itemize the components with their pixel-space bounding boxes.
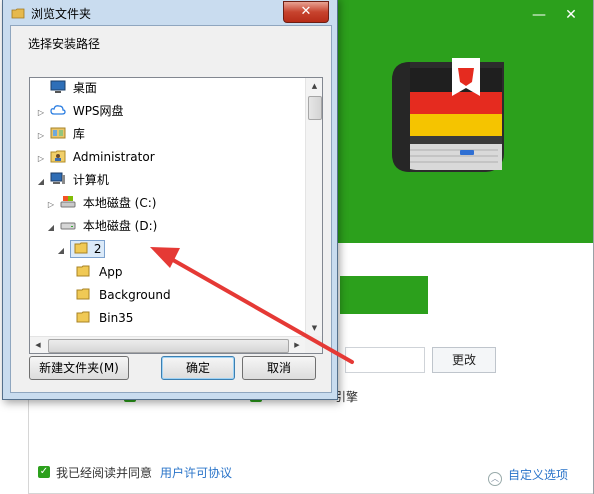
chevron-up-icon: ︿ — [488, 472, 502, 486]
tree-item-bin35[interactable]: Bin35 — [76, 308, 136, 328]
tree-item-label: 库 — [72, 127, 85, 141]
horizontal-scrollbar[interactable]: ◀ ▶ — [30, 336, 305, 353]
user-folder-icon — [50, 150, 66, 163]
tree-item-folder-2[interactable]: ◢ 2 — [56, 239, 106, 261]
tree-item-label: Bin35 — [99, 311, 134, 325]
close-button[interactable]: ✕ — [283, 1, 329, 23]
scroll-thumb[interactable] — [308, 96, 322, 120]
tree-item-label: WPS网盘 — [72, 104, 124, 118]
computer-icon — [50, 172, 65, 184]
drive-icon — [60, 222, 76, 230]
dialog-title-bar: 浏览文件夹 — [11, 5, 91, 21]
expand-arrow-icon[interactable]: ▷ — [46, 195, 56, 215]
change-path-button[interactable]: 更改 — [432, 347, 496, 373]
scroll-down-icon[interactable]: ▼ — [306, 320, 322, 336]
collapse-arrow-icon[interactable]: ◢ — [46, 218, 56, 238]
desktop-icon — [50, 80, 66, 93]
browse-folder-dialog: 浏览文件夹 ✕ 选择安装路径 桌面 ▷ WPS网盘 ▷ 库 ▷ Administ… — [2, 0, 338, 400]
dictionary-app-icon — [392, 58, 504, 172]
scroll-thumb[interactable] — [48, 339, 289, 353]
install-path-input[interactable] — [345, 347, 425, 373]
expand-arrow-icon[interactable]: ▷ — [36, 103, 46, 123]
tree-item-library[interactable]: ▷ 库 — [36, 124, 88, 144]
agree-label: 我已经阅读并同意 — [56, 466, 153, 480]
scroll-left-icon[interactable]: ◀ — [30, 337, 46, 353]
scroll-up-icon[interactable]: ▲ — [306, 78, 322, 94]
tree-item-label: 本地磁盘 (C:) — [82, 196, 157, 210]
tree-item-drive-c[interactable]: ▷ 本地磁盘 (C:) — [46, 193, 159, 213]
dialog-caption: 选择安装路径 — [28, 37, 101, 51]
tree-item-administrator[interactable]: ▷ Administrator — [36, 147, 158, 167]
license-link[interactable]: 用户许可协议 — [160, 464, 232, 481]
collapse-arrow-icon[interactable]: ◢ — [56, 241, 66, 261]
system-drive-icon — [60, 196, 76, 208]
expand-arrow-icon[interactable]: ▷ — [36, 126, 46, 146]
folder-app-icon — [11, 8, 25, 19]
scroll-right-icon[interactable]: ▶ — [289, 337, 305, 353]
ok-button[interactable]: 确定 — [161, 356, 235, 380]
expand-arrow-icon[interactable]: ▷ — [36, 149, 46, 169]
tree-item-label: 桌面 — [72, 81, 97, 95]
folder-open-icon — [74, 242, 88, 254]
collapse-arrow-icon[interactable]: ◢ — [36, 172, 46, 192]
folder-icon — [76, 288, 90, 300]
tree-item-background[interactable]: Background — [76, 285, 174, 305]
tree-item-wps-cloud[interactable]: ▷ WPS网盘 — [36, 101, 127, 121]
tree-item-desktop[interactable]: 桌面 — [36, 78, 100, 98]
scroll-corner — [305, 336, 322, 353]
dialog-body: 选择安装路径 桌面 ▷ WPS网盘 ▷ 库 ▷ Administrator ◢ … — [10, 25, 332, 393]
tree-item-label: App — [99, 265, 123, 279]
tree-item-label: 2 — [93, 242, 102, 256]
tree-item-label: Background — [99, 288, 171, 302]
cancel-button[interactable]: 取消 — [242, 356, 316, 380]
cloud-icon — [50, 105, 66, 115]
selected-folder: 2 — [69, 240, 106, 258]
installer-close-button[interactable]: ✕ — [562, 6, 580, 24]
custom-options-link[interactable]: ︿ 自定义选项 — [488, 466, 568, 486]
folder-icon — [76, 265, 90, 277]
dialog-title: 浏览文件夹 — [31, 7, 92, 21]
tree-item-label: Administrator — [72, 150, 155, 164]
tree-item-computer[interactable]: ◢ 计算机 — [36, 170, 112, 190]
new-folder-button[interactable]: 新建文件夹(M) — [29, 356, 129, 380]
minimize-button[interactable]: — — [530, 6, 548, 24]
tree-item-app[interactable]: App — [76, 262, 125, 282]
tree-item-label: 计算机 — [72, 173, 109, 187]
library-icon — [50, 127, 66, 139]
custom-options-label: 自定义选项 — [508, 468, 569, 482]
tree-item-drive-d[interactable]: ◢ 本地磁盘 (D:) — [46, 216, 160, 236]
check-icon: ✓ — [38, 466, 50, 478]
folder-tree[interactable]: 桌面 ▷ WPS网盘 ▷ 库 ▷ Administrator ◢ 计算机 ▷ 本… — [29, 77, 323, 354]
folder-icon — [76, 311, 90, 323]
tree-item-label: 本地磁盘 (D:) — [82, 219, 158, 233]
vertical-scrollbar[interactable]: ▲ ▼ — [305, 78, 322, 336]
